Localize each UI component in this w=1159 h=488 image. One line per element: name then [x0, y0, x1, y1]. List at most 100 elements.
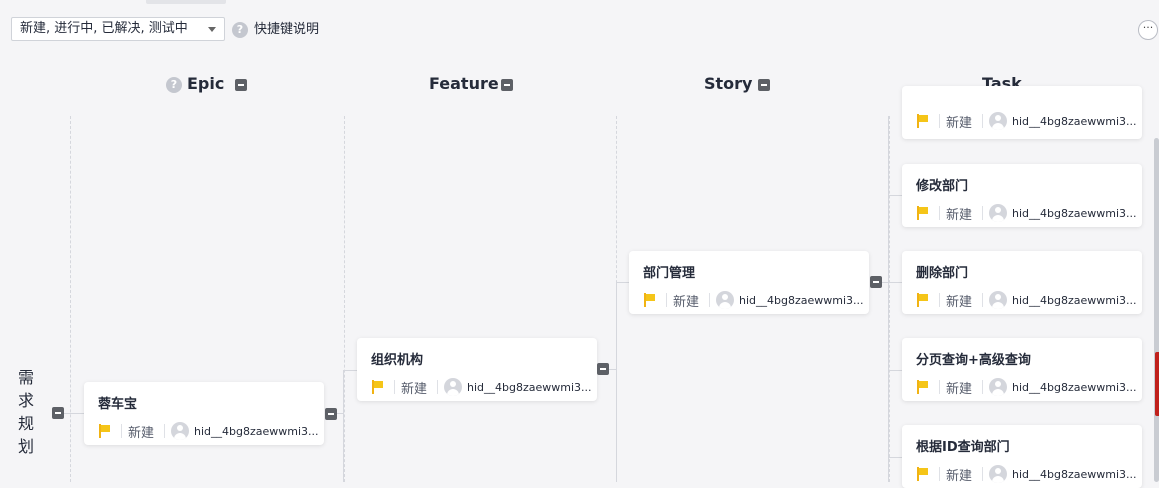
- connector-line: [888, 370, 902, 371]
- column-divider: [344, 116, 345, 482]
- card-meta: 新建 hid__4bg8zaewwmi3...: [98, 421, 319, 441]
- card-meta: 新建 hid__4bg8zaewwmi3...: [916, 377, 1137, 397]
- assignee-name: hid__4bg8zaewwmi3...: [1012, 206, 1137, 220]
- card-title: 分页查询+高级查询: [916, 353, 1031, 368]
- epic-help-icon[interactable]: ?: [166, 77, 182, 93]
- divider: [939, 206, 940, 220]
- divider: [939, 380, 940, 394]
- story-card[interactable]: 部门管理 新建 hid__4bg8zaewwmi3...: [629, 251, 869, 314]
- flag-icon: [916, 467, 930, 481]
- flag-icon: [916, 114, 930, 128]
- status-badge: 新建: [946, 468, 973, 484]
- column-divider: [70, 116, 71, 482]
- connector-line: [343, 370, 344, 482]
- assignee-name: hid__4bg8zaewwmi3...: [1012, 293, 1137, 307]
- card-title: 部门管理: [643, 266, 696, 281]
- divider: [666, 293, 667, 307]
- divider: [939, 467, 940, 481]
- connector-line: [888, 195, 902, 196]
- connector-line: [888, 116, 889, 482]
- column-header-story: Story: [704, 74, 753, 93]
- assignee-name: hid__4bg8zaewwmi3...: [1012, 380, 1137, 394]
- connector-line: [64, 413, 84, 414]
- avatar-icon: [171, 422, 190, 440]
- divider: [982, 206, 984, 220]
- collapse-epic-icon[interactable]: [235, 79, 247, 91]
- collapse-feature-card-icon[interactable]: [597, 363, 609, 375]
- status-badge: 新建: [401, 381, 428, 397]
- card-meta: 新建 hid__4bg8zaewwmi3...: [916, 290, 1137, 310]
- divider: [982, 293, 984, 307]
- status-badge: 新建: [946, 294, 973, 310]
- side-panel-tab[interactable]: [1155, 352, 1159, 416]
- flag-icon: [371, 380, 385, 394]
- column-header-feature: Feature: [429, 74, 499, 93]
- card-title: 蓉车宝: [98, 397, 138, 412]
- vertical-scrollbar[interactable]: [1154, 138, 1159, 482]
- connector-line: [616, 282, 617, 482]
- card-title: 修改部门: [916, 179, 969, 194]
- more-icon[interactable]: ···: [1138, 20, 1158, 40]
- feature-card[interactable]: 组织机构 新建 hid__4bg8zaewwmi3...: [357, 338, 597, 401]
- divider: [437, 380, 439, 394]
- status-filter-value: 新建, 进行中, 已解决, 测试中: [20, 21, 188, 36]
- connector-line: [888, 282, 902, 283]
- avatar-icon: [989, 465, 1008, 483]
- connector-line: [616, 282, 629, 283]
- top-tab-indicator: [146, 0, 226, 4]
- avatar-icon: [989, 378, 1008, 396]
- avatar-icon: [444, 378, 463, 396]
- status-filter-select[interactable]: 新建, 进行中, 已解决, 测试中: [11, 17, 225, 41]
- card-meta: 新建 hid__4bg8zaewwmi3...: [916, 111, 1137, 131]
- status-badge: 新建: [946, 381, 973, 397]
- status-badge: 新建: [946, 115, 973, 131]
- status-badge: 新建: [946, 207, 973, 223]
- divider: [394, 380, 395, 394]
- divider: [982, 467, 984, 481]
- collapse-epic-card-icon[interactable]: [325, 408, 337, 420]
- connector-line: [888, 457, 902, 458]
- status-badge: 新建: [673, 294, 700, 310]
- assignee-name: hid__4bg8zaewwmi3...: [739, 293, 864, 307]
- divider: [939, 114, 940, 128]
- divider: [982, 114, 984, 128]
- card-title: 根据ID查询部门: [916, 440, 1010, 455]
- flag-icon: [643, 293, 657, 307]
- assignee-name: hid__4bg8zaewwmi3...: [194, 424, 319, 438]
- collapse-story-icon[interactable]: [758, 79, 770, 91]
- avatar-icon: [989, 291, 1008, 309]
- avatar-icon: [716, 291, 735, 309]
- column-divider: [889, 116, 890, 482]
- task-card[interactable]: 修改部门 新建 hid__4bg8zaewwmi3...: [902, 164, 1142, 227]
- card-meta: 新建 hid__4bg8zaewwmi3...: [371, 377, 592, 397]
- collapse-story-card-icon[interactable]: [870, 276, 882, 288]
- card-title: 删除部门: [916, 266, 969, 281]
- assignee-name: hid__4bg8zaewwmi3...: [467, 380, 592, 394]
- flag-icon: [916, 293, 930, 307]
- task-card[interactable]: 删除部门 新建 hid__4bg8zaewwmi3...: [902, 251, 1142, 314]
- task-card[interactable]: 根据ID查询部门 新建 hid__4bg8zaewwmi3...: [902, 425, 1142, 488]
- collapse-feature-icon[interactable]: [501, 79, 513, 91]
- task-card[interactable]: 新建 hid__4bg8zaewwmi3...: [902, 86, 1142, 139]
- divider: [164, 424, 166, 438]
- task-card[interactable]: 分页查询+高级查询 新建 hid__4bg8zaewwmi3...: [902, 338, 1142, 401]
- divider: [939, 293, 940, 307]
- divider: [709, 293, 711, 307]
- collapse-lane-icon[interactable]: [52, 407, 64, 419]
- status-badge: 新建: [128, 425, 155, 441]
- card-meta: 新建 hid__4bg8zaewwmi3...: [916, 464, 1137, 484]
- epic-card[interactable]: 蓉车宝 新建 hid__4bg8zaewwmi3...: [84, 382, 324, 445]
- card-meta: 新建 hid__4bg8zaewwmi3...: [643, 290, 864, 310]
- connector-line: [336, 413, 344, 414]
- flag-icon: [916, 380, 930, 394]
- swimlane-label: 需求规划: [18, 368, 35, 456]
- connector-line: [609, 369, 616, 370]
- column-header-epic: Epic: [187, 74, 225, 93]
- help-icon[interactable]: ?: [232, 22, 248, 38]
- avatar-icon: [989, 204, 1008, 222]
- flag-icon: [916, 206, 930, 220]
- avatar-icon: [989, 112, 1008, 130]
- assignee-name: hid__4bg8zaewwmi3...: [1012, 467, 1137, 481]
- shortcut-help-link[interactable]: 快捷键说明: [254, 20, 319, 40]
- card-meta: 新建 hid__4bg8zaewwmi3...: [916, 203, 1137, 223]
